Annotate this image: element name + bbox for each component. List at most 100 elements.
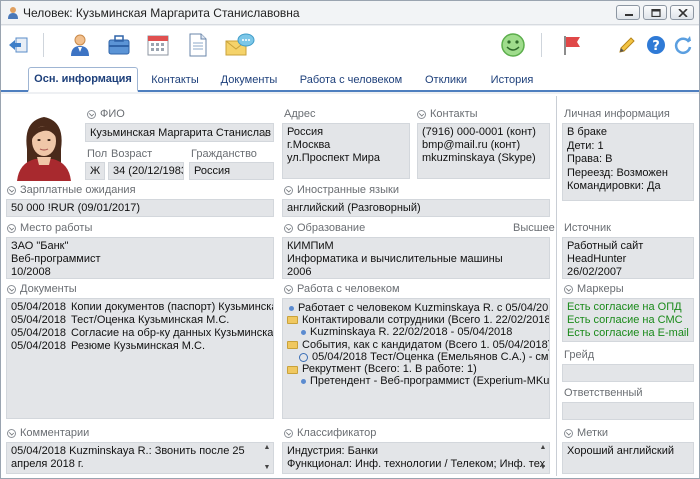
scroll-down-icon[interactable]: ▼ bbox=[263, 464, 271, 472]
contacts-field[interactable]: (7916) 000-0001 (конт) bmp@mail.ru (конт… bbox=[417, 123, 550, 179]
source-field[interactable]: Работный сайт HeadHunter 26/02/2007 bbox=[562, 237, 694, 279]
comment-line: 05/04/2018 Kuzminskaya R.: Звонить после… bbox=[11, 445, 245, 457]
age-field[interactable]: 34 (20/12/1983) bbox=[108, 162, 184, 180]
collapse-icon bbox=[417, 109, 426, 119]
list-item[interactable]: 05/04/2018 Тест/Оценка Кузьминская М.С. bbox=[11, 314, 269, 327]
bullet-icon bbox=[301, 379, 306, 385]
folder-icon bbox=[287, 316, 298, 325]
person-photo bbox=[13, 109, 75, 181]
message-button[interactable] bbox=[225, 30, 255, 60]
tree-item[interactable]: События, как с кандидатом (Всего 1. 05/0… bbox=[287, 339, 549, 351]
classifier-field[interactable]: Индустрия: Банки Функционал: Инф. технол… bbox=[282, 442, 550, 474]
briefcase-button[interactable] bbox=[104, 30, 134, 60]
collapse-icon bbox=[564, 284, 573, 294]
comments-scrollbar[interactable]: ▲ ▼ bbox=[262, 443, 272, 473]
bullet-icon bbox=[289, 305, 294, 311]
document-title: Копии документов (паспорт) Кузьминская bbox=[71, 301, 274, 313]
tree-item[interactable]: Контактировали сотрудники (Всего 1. 22/0… bbox=[287, 314, 549, 326]
back-button[interactable] bbox=[3, 30, 33, 60]
scroll-up-icon[interactable]: ▲ bbox=[263, 444, 271, 452]
documents-label-group[interactable]: Документы bbox=[7, 283, 77, 295]
refresh-button[interactable] bbox=[668, 30, 698, 60]
comments-field[interactable]: 05/04/2018 Kuzminskaya R.: Звонить после… bbox=[6, 442, 274, 474]
education-label-group[interactable]: Образование bbox=[284, 222, 365, 234]
collapse-icon bbox=[284, 185, 293, 195]
collapse-icon bbox=[87, 109, 96, 119]
documents-list[interactable]: 05/04/2018 Копии документов (паспорт) Куз… bbox=[6, 298, 274, 419]
document-button[interactable] bbox=[183, 30, 213, 60]
tab-main-info[interactable]: Осн. информация bbox=[28, 67, 138, 92]
tab-work-with-person[interactable]: Работа с человеком bbox=[291, 69, 411, 91]
markers-label-group[interactable]: Маркеры bbox=[564, 283, 624, 295]
list-item[interactable]: 05/04/2018 Согласие на обр-ку данных Кузь… bbox=[11, 327, 273, 340]
education-label: Образование bbox=[297, 222, 366, 234]
work-with-person-tree[interactable]: Работает с человеком Kuzminskaya R. с 05… bbox=[282, 298, 550, 419]
classifier-scrollbar[interactable]: ▲ ▼ bbox=[538, 443, 548, 473]
column-divider bbox=[556, 96, 557, 476]
status-button[interactable] bbox=[498, 30, 528, 60]
briefcase-icon bbox=[108, 35, 130, 55]
person-button[interactable] bbox=[65, 30, 95, 60]
citizenship-field[interactable]: Россия bbox=[189, 162, 274, 180]
workplace-label-group[interactable]: Место работы bbox=[7, 222, 92, 234]
scroll-up-icon[interactable]: ▲ bbox=[539, 444, 547, 452]
help-button[interactable]: ? bbox=[641, 30, 671, 60]
tags-label-group[interactable]: Метки bbox=[564, 427, 608, 439]
toolbar-separator bbox=[43, 33, 44, 57]
document-title: Резюме Кузьминская М.С. bbox=[71, 340, 206, 352]
maximize-button[interactable] bbox=[643, 5, 667, 20]
tree-item[interactable]: 05/04/2018 Тест/Оценка (Емельянов С.А.) … bbox=[287, 351, 549, 363]
tree-item[interactable]: Работает с человеком Kuzminskaya R. с 05… bbox=[287, 302, 549, 314]
languages-field[interactable]: английский (Разговорный) bbox=[282, 199, 550, 217]
grade-field[interactable] bbox=[562, 364, 694, 382]
contacts-label-group[interactable]: Контакты bbox=[417, 108, 478, 120]
tab-responses[interactable]: Отклики bbox=[415, 69, 477, 91]
tree-item[interactable]: Рекрутмент (Всего: 1. В работе: 1) bbox=[287, 363, 545, 375]
education-line: КИМПиМ bbox=[287, 240, 334, 252]
source-line: Работный сайт bbox=[567, 240, 644, 252]
education-field[interactable]: КИМПиМ Информатика и вычислительные маши… bbox=[282, 237, 550, 279]
address-field[interactable]: Россия г.Москва ул.Проспект Мира bbox=[282, 123, 410, 179]
workplace-line: ЗАО "Банк" bbox=[11, 240, 69, 252]
minimize-icon bbox=[625, 14, 633, 16]
svg-text:?: ? bbox=[652, 39, 660, 54]
help-icon: ? bbox=[647, 36, 665, 54]
salary-value: 50 000 !RUR (09/01/2017) bbox=[11, 202, 141, 214]
close-button[interactable] bbox=[670, 5, 694, 20]
scroll-down-icon[interactable]: ▼ bbox=[539, 464, 547, 472]
classifier-label-group[interactable]: Классификатор bbox=[284, 427, 376, 439]
list-item[interactable]: 05/04/2018 Копии документов (паспорт) Куз… bbox=[11, 301, 273, 314]
salary-label: Зарплатные ожидания bbox=[20, 184, 136, 196]
tags-field[interactable]: Хороший английский bbox=[562, 442, 694, 474]
clock-icon bbox=[299, 352, 308, 362]
collapse-icon bbox=[284, 284, 293, 294]
flag-button[interactable] bbox=[557, 30, 587, 60]
markers-field[interactable]: Есть согласие на ОПД Есть согласие на СМ… bbox=[562, 298, 694, 342]
fio-field[interactable]: Кузьминская Маргарита Станислав ▼ bbox=[85, 123, 274, 142]
list-item[interactable]: 05/04/2018 Резюме Кузьминская М.С. bbox=[11, 340, 269, 353]
fio-label-group[interactable]: ФИО bbox=[87, 108, 125, 120]
work-with-person-label-group[interactable]: Работа с человеком bbox=[284, 283, 400, 295]
refresh-icon bbox=[674, 36, 692, 54]
tab-documents[interactable]: Документы bbox=[212, 69, 286, 91]
workplace-field[interactable]: ЗАО "Банк" Веб-программист 10/2008 bbox=[6, 237, 274, 279]
sex-field[interactable]: Ж bbox=[85, 162, 105, 180]
personal-info-field[interactable]: В браке Дети: 1 Права: В Переезд: Возмож… bbox=[562, 123, 694, 201]
classifier-label: Классификатор bbox=[297, 427, 377, 439]
citizenship-value: Россия bbox=[194, 165, 231, 177]
close-icon bbox=[678, 9, 688, 17]
comments-label-group[interactable]: Комментарии bbox=[7, 427, 89, 439]
tree-item[interactable]: Kuzminskaya R. 22/02/2018 - 05/04/2018 bbox=[287, 326, 545, 339]
tab-contacts[interactable]: Контакты bbox=[142, 69, 208, 91]
responsible-field[interactable] bbox=[562, 402, 694, 420]
contacts-label: Контакты bbox=[430, 108, 478, 120]
salary-label-group[interactable]: Зарплатные ожидания bbox=[7, 184, 136, 196]
languages-label-group[interactable]: Иностранные языки bbox=[284, 184, 399, 196]
tree-item[interactable]: Претендент - Веб-программист (Experium-M… bbox=[287, 375, 549, 388]
salary-field[interactable]: 50 000 !RUR (09/01/2017) bbox=[6, 199, 274, 217]
minimize-button[interactable] bbox=[616, 5, 640, 20]
tab-history[interactable]: История bbox=[481, 69, 543, 91]
collapse-icon bbox=[284, 223, 293, 233]
calendar-button[interactable] bbox=[143, 30, 173, 60]
edit-button[interactable] bbox=[612, 30, 642, 60]
